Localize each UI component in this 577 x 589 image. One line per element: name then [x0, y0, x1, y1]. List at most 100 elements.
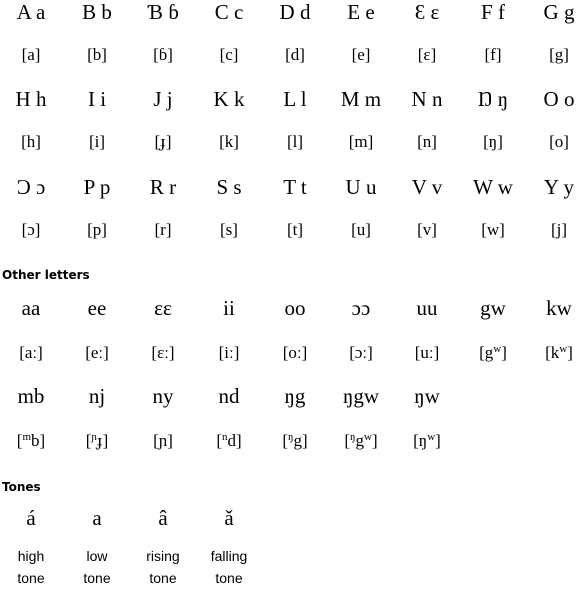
- ipa-transcription: [e]: [351, 45, 371, 64]
- digraph-letter: gw: [480, 296, 506, 320]
- ipa-part-base: g: [293, 431, 302, 450]
- letter-pair: V v: [411, 175, 443, 199]
- letter-pair: P p: [83, 175, 111, 199]
- letter-pair: Ɔ ɔ: [16, 175, 46, 199]
- ipa-transcription: [mb]: [0, 431, 64, 451]
- ipa-transcription: [ŋ]: [483, 132, 503, 151]
- ipa-transcription: [ɲɟ]: [64, 431, 130, 451]
- tone-label-line2: tone: [83, 570, 111, 586]
- ipa-transcription: [a]: [21, 45, 41, 64]
- tone-label-line2: tone: [17, 570, 45, 586]
- ipa-transcription: [g]: [549, 45, 569, 64]
- ipa-part-post: ]: [39, 431, 46, 450]
- ipa-part-sup: w: [427, 431, 436, 443]
- ipa-part-base: [aː]: [19, 343, 43, 362]
- tone-letter: a: [92, 506, 102, 530]
- ipa-transcription: [gw]: [460, 343, 526, 363]
- ipa-transcription: [s]: [220, 220, 238, 239]
- ipa-transcription: [ɔː]: [328, 343, 394, 363]
- ipa-part-base: [ɛː]: [151, 343, 175, 362]
- ipa-part-post: ]: [501, 343, 507, 362]
- ipa-transcription: [ŋw]: [394, 431, 460, 451]
- digraph-letter: ŋw: [414, 384, 440, 408]
- ipa-part-post: ]: [102, 431, 109, 450]
- ipa-transcription: [ɲ]: [130, 431, 196, 451]
- digraph-letter: ɔɔ: [351, 296, 371, 320]
- ipa-part-base: [g: [479, 343, 494, 362]
- letter-pair: W w: [473, 175, 513, 199]
- ipa-part-presup: m: [22, 431, 32, 443]
- ipa-transcription: [n]: [417, 132, 437, 151]
- ipa-part-base: [ŋ: [413, 431, 428, 450]
- ipa-transcription: [i]: [88, 132, 106, 151]
- letter-pair: B b: [82, 0, 112, 24]
- ipa-part-post: ]: [567, 343, 573, 362]
- tone-letter: ǎ: [224, 506, 234, 530]
- tone-letter: á: [26, 506, 36, 530]
- ipa-transcription: [w]: [481, 220, 505, 239]
- ipa-transcription: [uː]: [394, 343, 460, 363]
- digraph-letter: ŋgw: [342, 384, 380, 408]
- letter-pair: Ɛ ɛ: [414, 0, 440, 24]
- letter-pair: M m: [340, 87, 382, 111]
- digraph-letter: mb: [17, 384, 45, 408]
- letter-pair: I i: [87, 87, 107, 111]
- letter-pair: K k: [213, 87, 245, 111]
- letter-pair: Ŋ ŋ: [477, 87, 509, 111]
- ipa-part-base: [k: [545, 343, 560, 362]
- ipa-transcription: [r]: [154, 220, 172, 239]
- ipa-part-base: [eː]: [85, 343, 109, 362]
- ipa-part-base: b: [31, 431, 40, 450]
- letter-pair: F f: [481, 0, 505, 24]
- ipa-transcription: [k]: [219, 132, 239, 151]
- letter-pair: O o: [543, 87, 575, 111]
- letter-pair: Y y: [543, 175, 575, 199]
- ipa-transcription: [aː]: [0, 343, 64, 363]
- ipa-part-base: [ɲ]: [153, 431, 173, 450]
- ipa-part-base: [ɔː]: [349, 343, 373, 362]
- letter-pair: S s: [216, 175, 242, 199]
- ipa-part-sup: w: [364, 431, 372, 443]
- letter-pair: T t: [283, 175, 307, 199]
- ipa-transcription: [ɛː]: [130, 343, 196, 363]
- ipa-part-base: g: [355, 431, 365, 450]
- ipa-part-post: ]: [301, 431, 308, 450]
- letter-pair: N n: [411, 87, 443, 111]
- ipa-transcription: [o]: [549, 132, 569, 151]
- ipa-transcription: [j]: [550, 220, 568, 239]
- digraph-letter: nd: [218, 384, 240, 408]
- tone-label-line2: tone: [215, 570, 243, 586]
- digraph-letter: kw: [546, 296, 572, 320]
- letter-pair: C c: [214, 0, 244, 24]
- ipa-transcription: [oː]: [262, 343, 328, 363]
- ipa-transcription: [l]: [286, 132, 304, 151]
- letter-pair: H h: [15, 87, 47, 111]
- digraph-letter: ŋg: [284, 384, 306, 408]
- ipa-part-post: ]: [435, 431, 441, 450]
- digraph-letter: ny: [152, 384, 174, 408]
- ipa-transcription: [nd]: [196, 431, 262, 451]
- digraph-letter: uu: [416, 296, 438, 320]
- ipa-part-base: [oː]: [282, 343, 308, 362]
- letter-pair: E e: [347, 0, 375, 24]
- tone-letter: â: [158, 506, 168, 530]
- ipa-transcription: [b]: [87, 45, 107, 64]
- ipa-transcription: [ɟ]: [154, 132, 172, 151]
- ipa-part-base: [iː]: [218, 343, 240, 362]
- tone-label-line1: low: [86, 548, 108, 564]
- ipa-transcription: [h]: [21, 132, 41, 151]
- digraph-letter: nj: [88, 384, 106, 408]
- digraph-letter: ɛɛ: [154, 296, 172, 320]
- ipa-transcription: [m]: [348, 132, 374, 151]
- letter-pair: G g: [543, 0, 575, 24]
- letter-pair: Ɓ ɓ: [147, 0, 179, 24]
- ipa-transcription: [v]: [417, 220, 437, 239]
- tone-label-line2: tone: [149, 570, 177, 586]
- letter-pair: U u: [345, 175, 377, 199]
- ipa-transcription: [c]: [219, 45, 239, 64]
- ipa-transcription: [p]: [87, 220, 107, 239]
- digraph-letter: oo: [284, 296, 306, 320]
- ipa-part-base: [uː]: [414, 343, 440, 362]
- ipa-transcription: [f]: [484, 45, 502, 64]
- tone-label-line1: rising: [146, 548, 180, 564]
